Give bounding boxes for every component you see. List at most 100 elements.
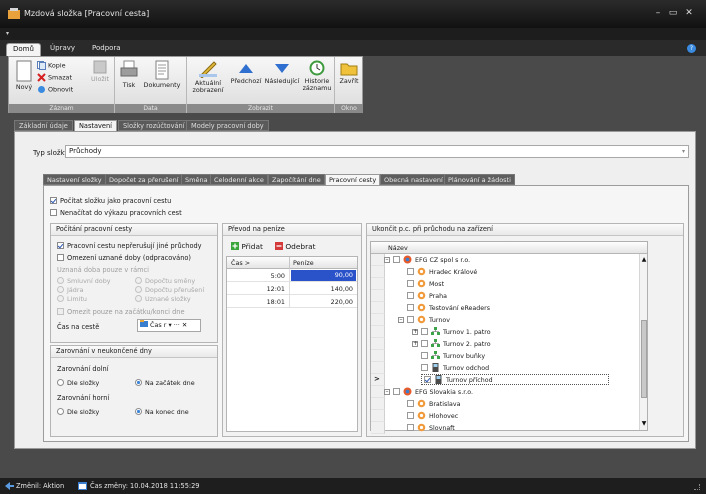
save-button[interactable]: Uložit [89,60,111,83]
row-indicator[interactable] [371,410,385,422]
qat-dropdown-icon[interactable]: ▾ [6,30,9,37]
tree-node[interactable]: Hradec Králové [407,267,477,276]
radio-interrupt-calc[interactable]: Dopočtu přerušení [135,286,204,294]
tree-row[interactable]: Praha [371,290,639,302]
tree-row[interactable]: – EFG CZ spol s r.o. [371,254,639,266]
current-view-button[interactable]: Aktuální zobrazení [189,60,227,94]
maximize-button[interactable]: ▭ [667,7,679,19]
table-row[interactable]: 18:01 220,00 [227,295,357,308]
checkbox-unchecked[interactable] [407,292,414,299]
radio-upper-end-day[interactable]: Na konec dne [135,408,189,416]
row-indicator[interactable] [371,266,385,278]
tree-node[interactable]: EFG Slovakia s.r.o. [393,387,473,396]
tree-row[interactable]: Bratislava [371,398,639,410]
type-combo[interactable]: Průchody ▾ [65,145,689,158]
tab-nastaveni-slozky[interactable]: Nastavení složky [43,174,106,185]
tree-row[interactable]: Hlohovec [371,410,639,422]
row-indicator[interactable] [371,302,385,314]
time-cell[interactable]: 5:00 [271,272,285,280]
time-on-trip-actions[interactable]: ▾ ··· ✕ [168,321,187,329]
checkbox-unchecked[interactable] [407,412,414,419]
row-indicator[interactable] [371,326,385,338]
checkbox-unchecked[interactable] [407,424,414,431]
scroll-thumb[interactable] [641,320,647,398]
tree-node[interactable]: Bratislava [407,399,460,408]
col-name-header[interactable]: Název [388,244,408,252]
tab-podpora[interactable]: Podpora [86,43,127,56]
checkbox-unchecked[interactable] [421,340,428,347]
row-indicator[interactable] [371,338,385,350]
radio-shift-calc[interactable]: Dopočtu směny [135,277,195,285]
tree-scrollbar[interactable]: ▲ ▼ [639,254,647,430]
radio-contract[interactable]: Smluvní doby [57,277,111,285]
tab-zapocitani-dne[interactable]: Započítání dne [268,174,325,185]
tree-row[interactable]: – Turnov [371,314,639,326]
tab-domu[interactable]: Domů [6,43,41,56]
row-indicator[interactable] [371,350,385,362]
refresh-button[interactable]: Obnovit [37,85,73,94]
tree-node[interactable]: Most [407,279,444,288]
tab-zakladni-udaje[interactable]: Základní údaje [14,120,73,131]
col-money-header[interactable]: Peníze [293,259,314,267]
tree-node[interactable]: Turnov 2. patro [421,339,491,348]
radio-upper-by-folder[interactable]: Dle složky [57,408,99,416]
tree-node[interactable]: Testování eReaders [407,303,490,312]
tree-row[interactable]: Testování eReaders [371,302,639,314]
row-indicator[interactable] [371,254,385,266]
tree-row[interactable]: Most [371,278,639,290]
col-time-header[interactable]: Čas > [231,259,250,267]
delete-button[interactable]: Smazat [37,73,72,82]
row-indicator[interactable] [371,290,385,302]
checkbox-unchecked[interactable] [421,364,428,371]
time-cell[interactable]: 18:01 [267,298,285,306]
tab-dopocet[interactable]: Dopočet za přerušení [105,174,183,185]
close-button[interactable]: ✕ [683,7,695,19]
row-indicator[interactable]: > [371,374,385,386]
documents-button[interactable]: Dokumenty [142,60,182,89]
checkbox-unchecked[interactable] [421,328,428,335]
next-button[interactable]: Následující [263,60,301,85]
checkbox-unchecked[interactable] [407,400,414,407]
tab-obecna-nastaveni[interactable]: Obecná nastavení [380,174,447,185]
print-button[interactable]: Tisk [119,60,139,89]
tree-node[interactable]: Praha [407,291,447,300]
tree-expander-icon[interactable]: – [398,317,404,323]
resize-grip-icon[interactable] [694,484,700,490]
tree-node[interactable]: Slovnaft [407,423,455,432]
checkbox-unchecked[interactable] [393,388,400,395]
tab-upravy[interactable]: Úpravy [44,43,81,56]
radio-lower-by-folder[interactable]: Dle složky [57,379,99,387]
row-indicator[interactable] [371,422,385,434]
row-indicator[interactable] [371,362,385,374]
checkbox-checked[interactable] [424,376,431,383]
tree-node[interactable]: Hlohovec [407,411,458,420]
tree-row[interactable]: Hradec Králové [371,266,639,278]
count-as-trip-checkbox[interactable]: Počítat složku jako pracovní cestu [50,197,171,205]
radio-limit[interactable]: Limitu [57,295,87,303]
tab-celodenni-akce[interactable]: Celodenní akce [210,174,268,185]
tree-node[interactable]: Turnov odchod [421,363,489,372]
no-load-checkbox[interactable]: Nenačítat do výkazu pracovních cest [50,209,182,217]
checkbox-unchecked[interactable] [407,268,414,275]
money-cell[interactable]: 140,00 [331,285,353,293]
tab-slozky-rozuctovani[interactable]: Složky rozúčtování [118,120,190,131]
money-cell[interactable]: 90,00 [291,270,356,281]
tree-node[interactable]: Turnov [407,315,450,324]
checkbox-unchecked[interactable] [407,316,414,323]
limit-checkbox[interactable]: Omezení uznané doby (odpracováno) [57,254,191,262]
scroll-up-icon[interactable]: ▲ [640,256,648,263]
tree-row[interactable]: + Turnov 1. patro [371,326,639,338]
tree-row[interactable]: – EFG Slovakia s.r.o. [371,386,639,398]
tree-node[interactable]: Turnov příchod [421,374,609,385]
checkbox-unchecked[interactable] [407,304,414,311]
tree-row[interactable]: Turnov odchod [371,362,639,374]
row-indicator[interactable] [371,398,385,410]
tree-expander-icon[interactable]: – [384,389,390,395]
tab-modely-pracovni-doby[interactable]: Modely pracovní doby [186,120,269,131]
tree-expander-icon[interactable]: + [412,341,418,347]
tree-row[interactable]: Turnov buňky [371,350,639,362]
history-button[interactable]: Historie záznamu [301,60,333,92]
help-icon[interactable]: ? [687,44,696,53]
row-indicator[interactable] [371,314,385,326]
add-row-button[interactable]: Přidat [231,242,263,251]
